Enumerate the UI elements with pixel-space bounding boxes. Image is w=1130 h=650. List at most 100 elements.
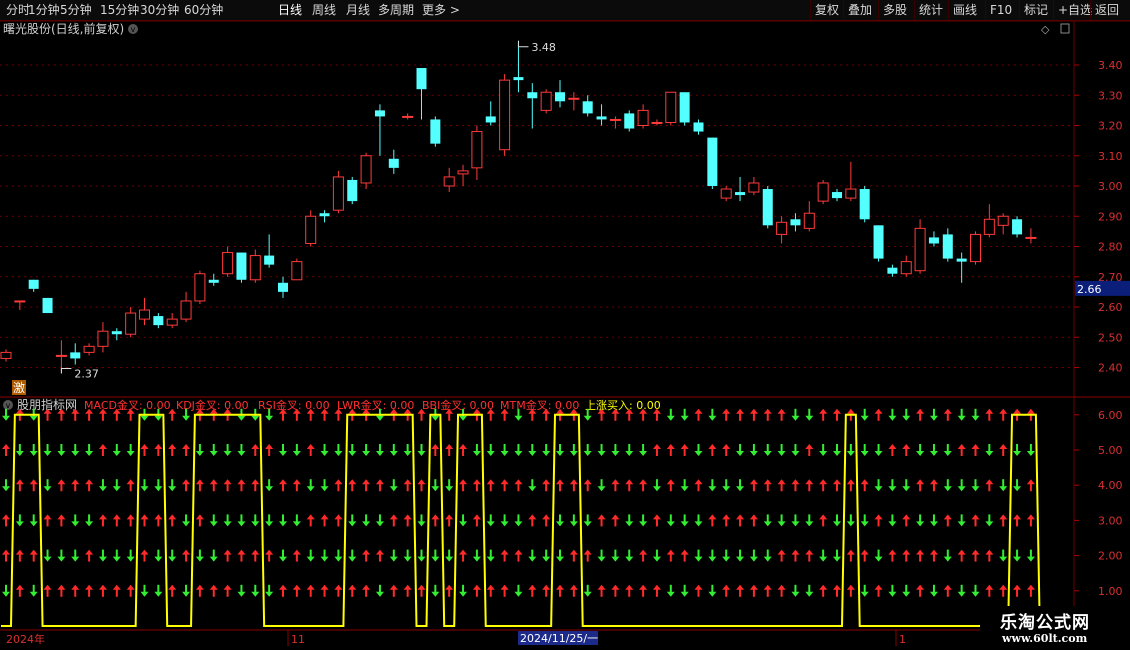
down-arrow-icon xyxy=(542,444,551,456)
down-arrow-icon xyxy=(71,514,80,527)
up-arrow-icon xyxy=(957,444,966,456)
up-arrow-icon xyxy=(209,584,218,597)
diamond-icon[interactable]: ◇ xyxy=(1041,23,1050,36)
down-arrow-icon xyxy=(597,479,606,492)
up-arrow-icon xyxy=(251,479,260,492)
candle-body xyxy=(859,189,870,220)
down-arrow-icon xyxy=(154,584,163,597)
down-arrow-icon xyxy=(168,549,177,562)
candle-body xyxy=(624,113,635,129)
up-arrow-icon xyxy=(985,408,994,421)
up-arrow-icon xyxy=(445,444,454,456)
up-arrow-icon xyxy=(459,549,468,562)
down-arrow-icon xyxy=(57,549,66,562)
up-arrow-icon xyxy=(639,479,648,492)
candle-body xyxy=(28,279,39,289)
indicator-chevron-icon: v xyxy=(6,401,11,410)
up-arrow-icon xyxy=(833,408,841,421)
down-arrow-icon xyxy=(486,444,495,456)
down-arrow-icon xyxy=(98,549,107,562)
up-arrow-icon xyxy=(791,479,800,492)
down-arrow-icon xyxy=(749,549,758,562)
down-arrow-icon xyxy=(362,444,371,456)
candle-body xyxy=(291,261,303,281)
candle-body xyxy=(997,215,1009,226)
up-arrow-icon xyxy=(1013,584,1022,597)
up-arrow-icon xyxy=(569,584,578,597)
up-arrow-icon xyxy=(846,584,855,597)
up-arrow-icon xyxy=(916,408,925,421)
down-arrow-icon xyxy=(694,444,703,456)
candle-body xyxy=(942,234,953,259)
down-arrow-icon xyxy=(763,514,772,527)
candle-body xyxy=(596,116,607,120)
up-arrow-icon xyxy=(611,479,620,492)
candle-body xyxy=(485,116,496,123)
indicator-tick-label: 5.00 xyxy=(1098,444,1123,457)
up-arrow-icon xyxy=(694,408,703,421)
down-arrow-icon xyxy=(85,444,94,456)
down-arrow-icon xyxy=(805,584,814,597)
up-arrow-icon xyxy=(597,514,606,527)
candle-body xyxy=(983,218,995,235)
up-arrow-icon xyxy=(722,408,731,421)
down-arrow-icon xyxy=(791,584,800,597)
candle-body xyxy=(832,192,842,199)
candle-body xyxy=(42,297,53,314)
down-arrow-icon xyxy=(98,479,107,492)
candle-body xyxy=(332,176,344,211)
down-arrow-icon xyxy=(694,514,703,527)
down-arrow-icon xyxy=(431,549,440,562)
down-arrow-icon xyxy=(1026,549,1035,562)
down-arrow-icon xyxy=(223,514,232,527)
min-marker-line xyxy=(60,368,72,374)
price-tick-label: 3.00 xyxy=(1098,180,1123,193)
min-price-label: 2.37 xyxy=(74,368,99,381)
down-arrow-icon xyxy=(763,549,772,562)
down-arrow-icon xyxy=(957,479,966,492)
price-tick-label: 3.10 xyxy=(1098,150,1123,163)
chart-title: 曙光股份(日线,前复权) xyxy=(3,21,124,36)
up-arrow-icon xyxy=(943,514,952,527)
candle-body xyxy=(83,345,95,353)
up-arrow-icon xyxy=(500,549,509,562)
up-arrow-icon xyxy=(680,444,689,456)
price-tick-label: 2.40 xyxy=(1098,362,1123,375)
candle-body xyxy=(637,109,649,126)
down-arrow-icon xyxy=(528,479,537,492)
up-arrow-icon xyxy=(680,549,689,562)
down-arrow-icon xyxy=(722,549,731,562)
window-icon[interactable] xyxy=(1060,23,1070,34)
down-arrow-icon xyxy=(722,479,731,492)
up-arrow-icon xyxy=(500,584,509,597)
up-arrow-icon xyxy=(251,444,260,456)
up-arrow-icon xyxy=(777,408,786,421)
down-arrow-icon xyxy=(708,408,717,421)
up-arrow-icon xyxy=(666,549,675,562)
down-arrow-icon xyxy=(306,549,315,562)
candle-body xyxy=(582,101,593,114)
up-arrow-icon xyxy=(652,444,661,456)
down-arrow-icon xyxy=(43,479,52,492)
down-arrow-icon xyxy=(791,514,800,527)
candle-body xyxy=(735,192,746,196)
down-arrow-icon xyxy=(652,549,661,562)
candle-body xyxy=(471,131,483,169)
up-arrow-icon xyxy=(833,584,841,597)
down-arrow-icon xyxy=(445,479,454,492)
up-arrow-icon xyxy=(15,584,24,597)
down-arrow-icon xyxy=(916,444,925,456)
down-arrow-icon xyxy=(639,444,648,456)
down-arrow-icon xyxy=(251,514,260,527)
candle-body xyxy=(249,255,261,281)
down-arrow-icon xyxy=(500,444,509,456)
up-arrow-icon xyxy=(749,514,758,527)
up-arrow-icon xyxy=(902,514,911,527)
indicator-legend-3: LWR金叉: 0.00 xyxy=(337,398,414,412)
down-arrow-icon xyxy=(833,514,841,527)
candle-body xyxy=(97,330,109,347)
down-arrow-icon xyxy=(985,444,994,456)
up-arrow-icon xyxy=(2,549,10,562)
down-arrow-icon xyxy=(71,444,80,456)
down-arrow-icon xyxy=(902,408,911,421)
